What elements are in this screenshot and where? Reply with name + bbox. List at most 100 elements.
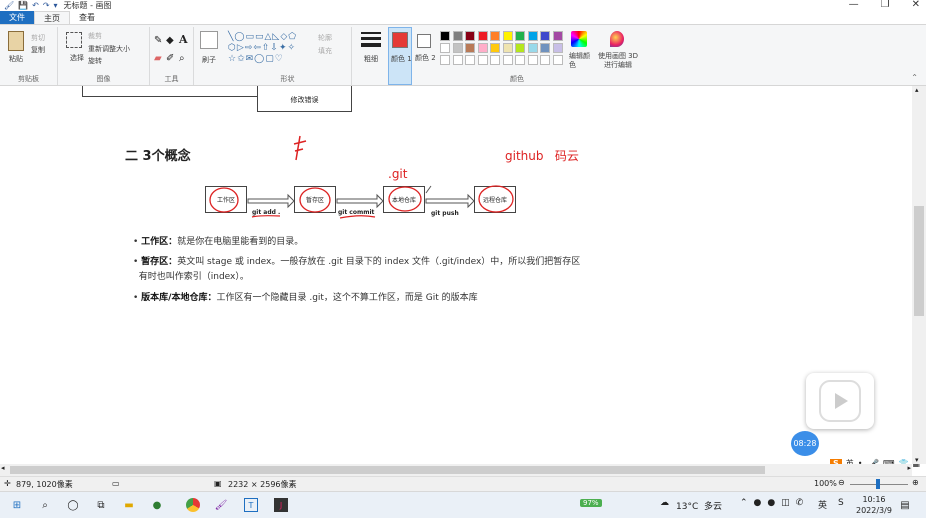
task-view-icon[interactable]: ⧉	[94, 498, 108, 512]
color2-label: 颜色 2	[415, 54, 436, 62]
color1-label: 颜色 1	[391, 55, 412, 63]
edit-colors-icon[interactable]	[571, 31, 587, 47]
horizontal-scrollbar[interactable]: ◂ ▸	[0, 464, 912, 476]
drawing-canvas[interactable]: 修改错误 二 3个概念 .git github 码云 工作区 暂存区 本地仓库 …	[0, 86, 912, 464]
paste-icon[interactable]	[8, 31, 24, 51]
clipboard-group: 粘贴 剪切 复制 剪贴板	[0, 27, 58, 85]
minimize-button[interactable]: —	[849, 0, 859, 10]
clock[interactable]: 10:16 2022/3/9	[856, 494, 892, 516]
tab-home[interactable]: 主页	[34, 11, 70, 24]
bullet-repository: • 版本库/本地仓库：工作区有一个隐藏目录 .git，这个不算工作区，而是 Gi…	[133, 293, 478, 303]
window-title: 无标题 - 画图	[63, 0, 112, 10]
brushes-group: 刷子	[194, 27, 224, 85]
edit-colors-button[interactable]: 编辑颜色	[569, 52, 591, 70]
horizontal-scroll-thumb[interactable]	[10, 466, 765, 474]
undo-icon[interactable]: ↶	[32, 1, 39, 10]
video-player-widget[interactable]	[806, 373, 874, 429]
paint3d-icon[interactable]	[610, 31, 624, 47]
ime-sogou-tray-icon[interactable]: S	[838, 498, 844, 508]
status-bar: ✛ 879, 1020像素 ▭ ▣ 2232 × 2596像素 100% ⊖ ⊕	[0, 476, 926, 491]
remote-annotation: github 码云	[505, 149, 579, 163]
outline-button[interactable]: 轮廓	[318, 33, 332, 43]
text-app-icon[interactable]: T	[244, 498, 258, 512]
paste-button[interactable]: 粘贴	[9, 54, 23, 64]
video-time-badge[interactable]: 08:28	[791, 431, 819, 456]
color-picker-icon[interactable]: ✐	[166, 53, 174, 64]
color1-selector[interactable]: 颜色 1	[388, 27, 412, 85]
ime-tray-icon[interactable]: 英	[818, 498, 827, 511]
file-explorer-icon[interactable]: ▬	[122, 498, 136, 512]
bullet-text: 就是你在电脑里能看到的目录。	[177, 237, 304, 247]
selection-icon: ▭	[112, 479, 120, 488]
zoom-out-button[interactable]: ⊖	[838, 478, 845, 487]
customize-dropdown-icon[interactable]: ▾	[54, 1, 58, 10]
search-icon[interactable]: ⌕	[38, 498, 52, 512]
redo-icon[interactable]: ↷	[43, 1, 50, 10]
vertical-scrollbar[interactable]: ▴ ▾	[912, 86, 926, 464]
notification-icon[interactable]: ▤	[898, 498, 912, 512]
bullet-term: 版本库/本地仓库：	[141, 293, 217, 303]
bullet-workspace: • 工作区：就是你在电脑里能看到的目录。	[133, 237, 304, 247]
paint3d-button[interactable]: 使用画图 3D 进行编辑	[597, 52, 639, 70]
text-tool-icon[interactable]: A	[179, 33, 188, 46]
vertical-scroll-thumb[interactable]	[914, 206, 924, 316]
ribbon-tabs: 文件 主页 查看	[0, 11, 926, 24]
tab-view[interactable]: 查看	[70, 11, 104, 24]
magnifier-icon[interactable]: ⌕	[179, 53, 185, 64]
paint3d-group: 使用画图 3D 进行编辑	[594, 27, 638, 85]
wechat-icon[interactable]: ●	[150, 498, 164, 512]
fix-error-box: 修改错误	[257, 86, 352, 112]
rotate-button[interactable]: 旋转	[88, 56, 102, 66]
zoom-in-button[interactable]: ⊕	[912, 478, 919, 487]
cursor-icon: ✛	[4, 479, 11, 488]
crop-button[interactable]: 裁剪	[88, 31, 102, 41]
scroll-left-icon[interactable]: ◂	[1, 464, 5, 472]
copy-button[interactable]: 复制	[31, 45, 45, 55]
cortana-icon[interactable]: ◯	[66, 498, 80, 512]
paint-app-icon: 🖌	[4, 0, 15, 10]
tools-group: ✎ ◆ A ▰ ✐ ⌕ 工具	[150, 27, 194, 85]
bullet-term: 暂存区：	[141, 257, 178, 267]
scroll-down-icon[interactable]: ▾	[915, 456, 919, 464]
diagram-arrows	[209, 185, 514, 219]
tab-file[interactable]: 文件	[0, 11, 34, 24]
eraser-icon[interactable]: ▰	[154, 53, 162, 64]
size-button[interactable]: 粗细	[364, 54, 378, 64]
weather-text[interactable]: 13°C 多云	[676, 499, 722, 512]
select-icon[interactable]	[66, 32, 82, 48]
weather-icon[interactable]: ☁	[660, 498, 669, 508]
collapse-ribbon-icon[interactable]: ⌃	[911, 73, 918, 82]
paint-taskbar-icon[interactable]: 🖌	[214, 498, 228, 512]
zoom-slider-thumb[interactable]	[876, 479, 880, 489]
maximize-button[interactable]: ❐	[881, 0, 890, 10]
pencil-icon[interactable]: ✎	[154, 35, 162, 46]
tools-group-label: 工具	[164, 75, 179, 83]
windows-start-icon[interactable]: ⊞	[10, 498, 24, 512]
zoom-level: 100%	[814, 479, 837, 488]
color1-swatch	[392, 32, 408, 48]
save-icon[interactable]: 💾	[18, 1, 28, 10]
brush-icon[interactable]	[200, 31, 218, 49]
color2-selector[interactable]: 颜色 2	[414, 27, 436, 85]
scroll-right-icon[interactable]: ▸	[907, 464, 911, 472]
brushes-button[interactable]: 刷子	[202, 55, 216, 65]
cut-button[interactable]: 剪切	[31, 33, 45, 43]
quick-access-toolbar: 🖌 💾 ↶ ↷ ▾	[0, 1, 58, 10]
close-button[interactable]: ✕	[912, 0, 920, 10]
battery-indicator[interactable]: 97%	[580, 499, 602, 507]
bullet-text: 工作区有一个隐藏目录 .git，这个不算工作区，而是 Git 的版本库	[216, 293, 478, 303]
select-button[interactable]: 选择	[70, 53, 84, 63]
shapes-gallery-icon[interactable]: ╲◯▭▭△◺◇⬠ ⬡▷⇨⇦⇧⇩✦✧ ☆✩✉◯▢♡	[228, 32, 314, 66]
chrome-icon[interactable]	[186, 498, 200, 512]
fill-button[interactable]: 填充	[318, 46, 332, 56]
scroll-up-icon[interactable]: ▴	[915, 86, 919, 94]
resize-button[interactable]: 重新调整大小	[88, 44, 130, 54]
jetbrains-icon[interactable]: J	[274, 498, 288, 512]
red-annotation-mark	[293, 135, 307, 161]
git-push-label: git push	[431, 210, 459, 217]
system-tray-icons[interactable]: ⌃●●◫✆	[740, 498, 809, 508]
bullet-term: 工作区：	[141, 237, 178, 247]
fill-bucket-icon[interactable]: ◆	[166, 35, 174, 46]
line-size-icon[interactable]	[361, 32, 381, 48]
play-icon[interactable]	[806, 373, 874, 429]
